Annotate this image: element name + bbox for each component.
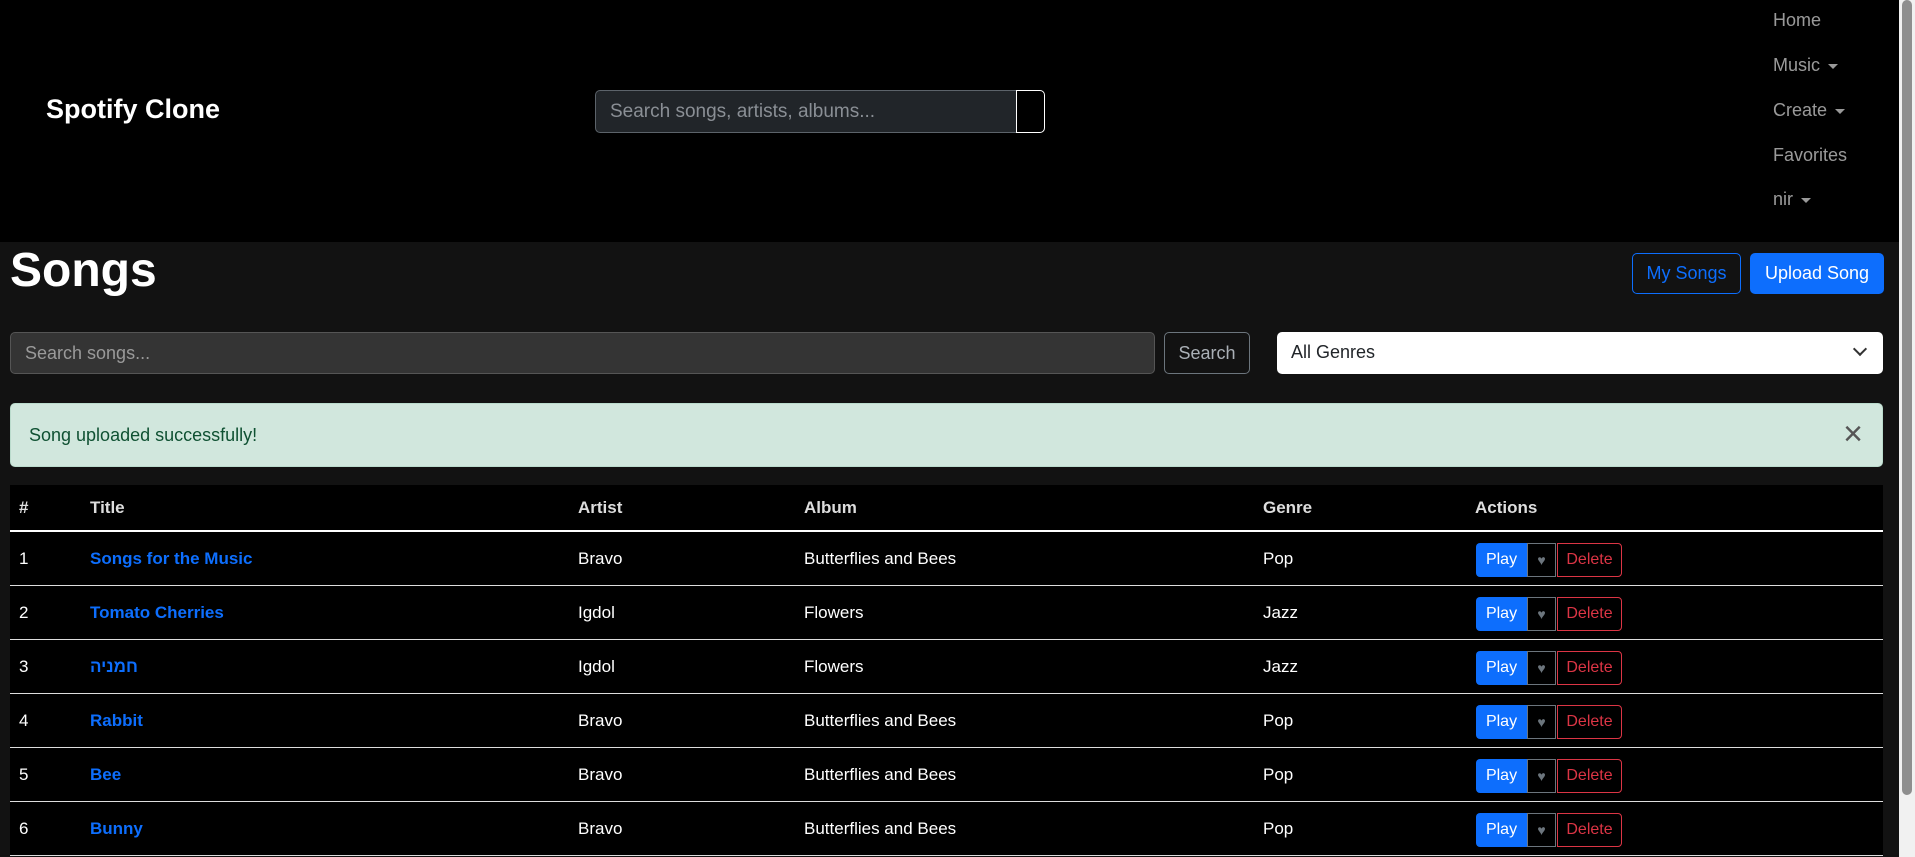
heart-icon[interactable]: ♥ [1527, 651, 1556, 685]
song-title-link[interactable]: חמניה [90, 657, 138, 677]
song-title-link[interactable]: Bee [90, 765, 121, 785]
table-row: 3 חמניה Igdol Flowers Jazz Play ♥ Delete [10, 640, 1883, 694]
song-number: 5 [19, 765, 29, 784]
global-search [595, 90, 1045, 133]
table-row: 6 Bunny Bravo Butterflies and Bees Pop P… [10, 802, 1883, 856]
nav-label: Favorites [1773, 145, 1848, 165]
song-genre: Jazz [1263, 603, 1298, 622]
col-header-genre: Genre [1263, 498, 1313, 517]
play-button[interactable]: Play [1476, 759, 1527, 793]
song-title-link[interactable]: Rabbit [90, 711, 143, 731]
song-actions: Play ♥ Delete [1476, 597, 1622, 631]
genre-select-value: All Genres [1291, 342, 1376, 362]
play-button[interactable]: Play [1476, 543, 1527, 577]
nav-label: nir [1773, 189, 1794, 209]
success-alert: Song uploaded successfully! × [10, 403, 1883, 467]
nav-home[interactable]: Home [1773, 10, 1821, 31]
song-search-input[interactable] [10, 332, 1155, 374]
song-artist: Bravo [578, 765, 623, 784]
song-actions: Play ♥ Delete [1476, 543, 1622, 577]
heart-icon[interactable]: ♥ [1527, 597, 1556, 631]
nav-label: Create [1773, 100, 1828, 120]
song-album: Flowers [804, 657, 864, 676]
nav-label: Music [1773, 55, 1821, 75]
song-artist: Bravo [578, 711, 623, 730]
nav-user-dropdown[interactable]: nir [1773, 189, 1812, 210]
heart-icon[interactable]: ♥ [1527, 543, 1556, 577]
song-search-button[interactable]: Search [1164, 332, 1250, 374]
my-songs-button[interactable]: My Songs [1632, 253, 1741, 294]
global-search-button[interactable] [1016, 90, 1045, 133]
page-title: Songs [10, 244, 157, 297]
delete-button[interactable]: Delete [1557, 597, 1622, 631]
play-button[interactable]: Play [1476, 597, 1527, 631]
song-genre: Pop [1263, 819, 1294, 838]
col-header-artist: Artist [578, 498, 623, 517]
song-genre: Pop [1263, 711, 1294, 730]
songs-table: # Title Artist Album Genre Actions 1 Son… [10, 485, 1883, 856]
song-title-link[interactable]: Songs for the Music [90, 549, 252, 569]
caret-down-icon [1835, 108, 1846, 114]
heart-icon[interactable]: ♥ [1527, 759, 1556, 793]
delete-button[interactable]: Delete [1557, 543, 1622, 577]
table-row: 2 Tomato Cherries Igdol Flowers Jazz Pla… [10, 586, 1883, 640]
navbar: Spotify Clone Home Music Create Favorite… [0, 0, 1899, 242]
genre-select[interactable]: All Genres [1277, 332, 1883, 374]
song-genre: Jazz [1263, 657, 1298, 676]
song-genre: Pop [1263, 765, 1294, 784]
delete-button[interactable]: Delete [1557, 651, 1622, 685]
song-album: Butterflies and Bees [804, 549, 957, 568]
brand-logo[interactable]: Spotify Clone [46, 94, 220, 125]
play-button[interactable]: Play [1476, 813, 1527, 847]
chevron-down-icon [1852, 341, 1868, 357]
song-album: Butterflies and Bees [804, 765, 957, 784]
song-number: 2 [19, 603, 29, 622]
nav-create-dropdown[interactable]: Create [1773, 100, 1846, 121]
song-number: 4 [19, 711, 29, 730]
delete-button[interactable]: Delete [1557, 813, 1622, 847]
nav-favorites[interactable]: Favorites [1773, 145, 1847, 166]
nav-label: Home [1773, 10, 1822, 30]
song-number: 1 [19, 549, 29, 568]
caret-down-icon [1828, 63, 1839, 69]
col-header-title: Title [90, 498, 125, 517]
nav-music-dropdown[interactable]: Music [1773, 55, 1839, 76]
heart-icon[interactable]: ♥ [1527, 813, 1556, 847]
caret-down-icon [1801, 197, 1812, 203]
delete-button[interactable]: Delete [1557, 759, 1622, 793]
song-actions: Play ♥ Delete [1476, 813, 1622, 847]
scrollbar[interactable] [1899, 0, 1915, 857]
song-genre: Pop [1263, 549, 1294, 568]
song-artist: Bravo [578, 549, 623, 568]
play-button[interactable]: Play [1476, 705, 1527, 739]
scrollbar-thumb[interactable] [1902, 0, 1912, 795]
table-row: 4 Rabbit Bravo Butterflies and Bees Pop … [10, 694, 1883, 748]
song-artist: Igdol [578, 603, 615, 622]
heart-icon[interactable]: ♥ [1527, 705, 1556, 739]
alert-message: Song uploaded successfully! [29, 425, 258, 445]
col-header-actions: Actions [1475, 498, 1538, 517]
play-button[interactable]: Play [1476, 651, 1527, 685]
song-album: Butterflies and Bees [804, 819, 957, 838]
song-title-link[interactable]: Tomato Cherries [90, 603, 224, 623]
song-album: Butterflies and Bees [804, 711, 957, 730]
delete-button[interactable]: Delete [1557, 705, 1622, 739]
song-album: Flowers [804, 603, 864, 622]
table-header: # Title Artist Album Genre Actions [10, 485, 1883, 532]
close-icon[interactable]: × [1838, 417, 1868, 451]
global-search-input[interactable] [595, 90, 1016, 133]
song-artist: Igdol [578, 657, 615, 676]
table-row: 1 Songs for the Music Bravo Butterflies … [10, 532, 1883, 586]
table-row: 5 Bee Bravo Butterflies and Bees Pop Pla… [10, 748, 1883, 802]
song-number: 6 [19, 819, 29, 838]
col-header-number: # [19, 498, 29, 517]
col-header-album: Album [804, 498, 857, 517]
song-title-link[interactable]: Bunny [90, 819, 143, 839]
song-actions: Play ♥ Delete [1476, 705, 1622, 739]
upload-song-button[interactable]: Upload Song [1750, 253, 1884, 294]
song-actions: Play ♥ Delete [1476, 759, 1622, 793]
song-artist: Bravo [578, 819, 623, 838]
song-number: 3 [19, 657, 29, 676]
song-actions: Play ♥ Delete [1476, 651, 1622, 685]
